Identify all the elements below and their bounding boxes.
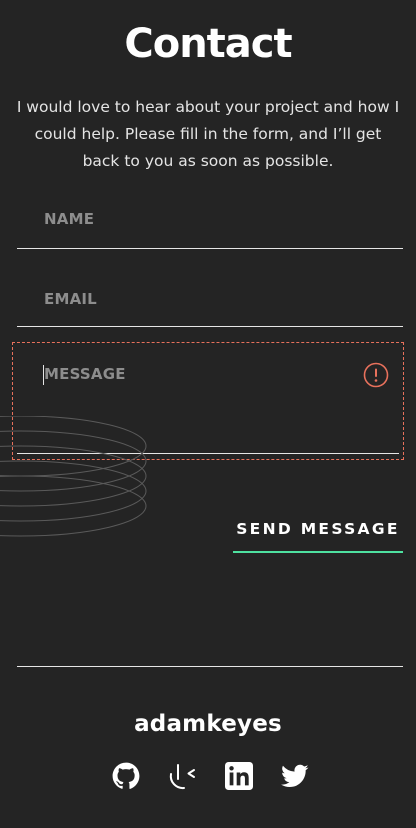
- name-placeholder: NAME: [44, 210, 95, 228]
- frontend-mentor-icon[interactable]: [168, 762, 196, 790]
- linkedin-icon[interactable]: [225, 762, 253, 790]
- email-placeholder: EMAIL: [44, 290, 97, 308]
- message-placeholder: MESSAGE: [44, 365, 126, 383]
- footer-divider: [17, 666, 403, 667]
- send-message-button[interactable]: SEND MESSAGE: [233, 515, 403, 553]
- footer-logo[interactable]: adamkeyes: [0, 711, 416, 737]
- name-field[interactable]: NAME: [17, 200, 403, 249]
- page-title: Contact: [124, 21, 292, 67]
- alert-circle-icon: [363, 362, 389, 388]
- intro-text: I would love to hear about your project …: [16, 98, 400, 170]
- github-icon[interactable]: [112, 762, 140, 790]
- email-field[interactable]: EMAIL: [17, 280, 403, 327]
- twitter-icon[interactable]: [281, 762, 309, 790]
- decorative-rings: [0, 415, 160, 546]
